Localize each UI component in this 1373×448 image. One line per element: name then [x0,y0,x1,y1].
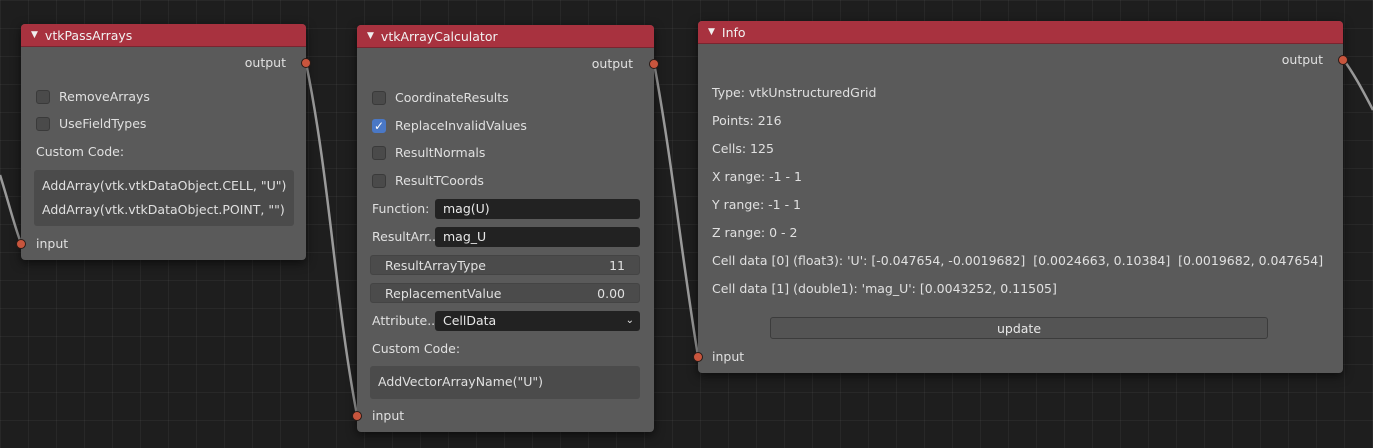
custom-code-editor[interactable]: AddVectorArrayName("U") [370,366,640,399]
checkbox-result-tcoords[interactable]: ResultTCoords [372,173,484,188]
checkbox-label: RemoveArrays [59,89,150,104]
link-passarrays-to-calculator [304,62,359,416]
slider-label: ReplacementValue [385,286,502,301]
attribute-select[interactable]: CellData ⌄ [435,311,640,331]
slider-value: 0.00 [597,286,625,301]
link-calculator-to-info [652,62,700,357]
output-socket[interactable] [301,58,311,68]
function-label: Function: [372,201,430,216]
input-label: input [36,236,69,251]
checkbox-remove-arrays[interactable]: RemoveArrays [36,89,150,104]
function-input[interactable]: mag(U) [435,199,640,219]
link-info-outgoing [1341,58,1373,111]
checkbox-box[interactable] [372,145,386,160]
result-array-label: ResultArr... [372,229,441,244]
custom-code-editor[interactable]: AddArray(vtk.vtkDataObject.CELL, "U") Ad… [34,170,294,226]
info-cells: Cells: 125 [712,141,774,156]
info-y-range: Y range: -1 - 1 [712,197,802,212]
code-line: AddArray(vtk.vtkDataObject.CELL, "U") [42,178,287,193]
output-socket[interactable] [1338,55,1348,65]
code-line: AddVectorArrayName("U") [378,374,543,389]
info-type: Type: vtkUnstructuredGrid [712,85,877,100]
chevron-down-icon: ⌄ [625,315,634,326]
result-array-name-input[interactable]: mag_U [435,227,640,247]
checkbox-result-normals[interactable]: ResultNormals [372,145,485,160]
input-label: input [372,408,405,423]
replacement-value-slider[interactable]: ReplacementValue 0.00 [370,283,640,303]
info-points: Points: 216 [712,113,782,128]
input-socket[interactable] [16,239,26,249]
info-cell-data-1: Cell data [1] (double1): 'mag_U': [0.004… [712,281,1057,296]
slider-value: 11 [609,258,625,273]
node-title: Info [721,24,746,40]
attribute-label: Attribute... [372,313,440,328]
info-x-range: X range: -1 - 1 [712,169,802,184]
attribute-selected-value: CellData [443,313,497,328]
result-array-type-slider[interactable]: ResultArrayType 11 [370,255,640,275]
link-incoming-passarrays [0,174,23,244]
checkbox-label: ResultTCoords [395,173,484,188]
checkbox-label: UseFieldTypes [59,116,147,131]
code-line: AddArray(vtk.vtkDataObject.POINT, "") [42,202,285,217]
info-z-range: Z range: 0 - 2 [712,225,798,240]
input-socket[interactable] [352,411,362,421]
slider-label: ResultArrayType [385,258,487,273]
checkbox-coordinate-results[interactable]: CoordinateResults [372,90,509,105]
node-title: vtkPassArrays [44,27,133,43]
node-array-calculator[interactable]: ▼ vtkArrayCalculator output CoordinateRe… [352,25,659,432]
custom-code-label: Custom Code: [36,144,125,159]
node-header[interactable]: ▼ Info [698,21,1343,44]
custom-code-label: Custom Code: [372,341,461,356]
output-label: output [1281,52,1323,67]
input-socket[interactable] [693,352,703,362]
checkbox-label: ReplaceInvalidValues [395,118,527,133]
checkbox-replace-invalid-values[interactable]: ✓ ReplaceInvalidValues [372,118,527,133]
update-button[interactable]: update [770,317,1268,339]
node-pass-arrays[interactable]: ▼ vtkPassArrays output RemoveArrays UseF… [16,24,311,260]
checkmark-icon[interactable]: ✓ [372,118,386,133]
collapse-triangle-icon[interactable]: ▼ [708,27,715,37]
output-socket[interactable] [649,59,659,69]
info-cell-data-0: Cell data [0] (float3): 'U': [-0.047654,… [712,253,1324,268]
input-label: input [712,349,745,364]
checkbox-label: ResultNormals [395,145,486,160]
node-title: vtkArrayCalculator [380,28,498,44]
checkbox-box[interactable] [372,90,386,105]
output-label: output [591,56,633,71]
collapse-triangle-icon[interactable]: ▼ [367,31,374,41]
checkbox-label: CoordinateResults [395,90,509,105]
checkbox-use-field-types[interactable]: UseFieldTypes [36,116,146,131]
node-header[interactable]: ▼ vtkPassArrays [21,24,306,47]
node-header[interactable]: ▼ vtkArrayCalculator [357,25,654,48]
checkbox-box[interactable] [36,116,50,131]
node-info[interactable]: ▼ Info output Type: vtkUnstructuredGrid … [693,21,1348,373]
checkbox-box[interactable] [36,89,50,104]
checkbox-box[interactable] [372,173,386,188]
collapse-triangle-icon[interactable]: ▼ [31,30,38,40]
output-label: output [244,55,286,70]
